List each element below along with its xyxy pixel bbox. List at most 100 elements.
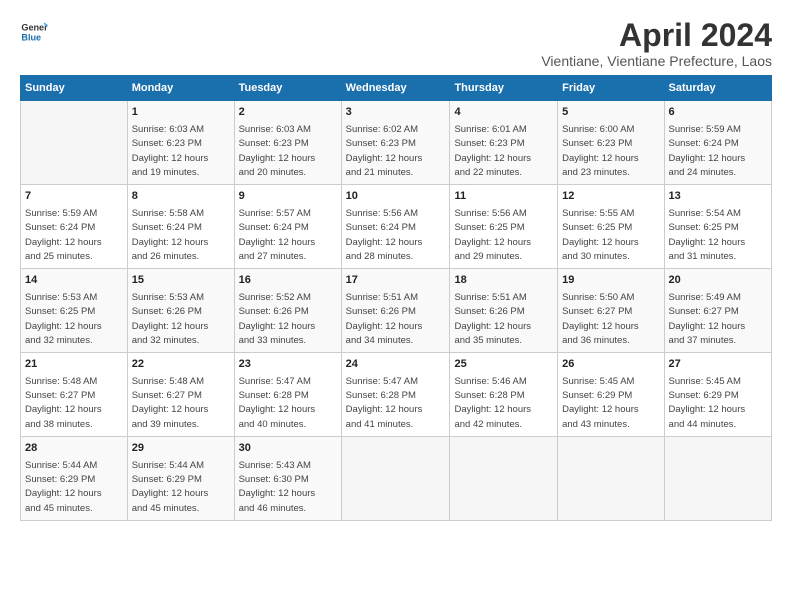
month-title: April 2024 <box>541 18 772 53</box>
day-details: Sunrise: 5:51 AM Sunset: 6:26 PM Dayligh… <box>346 291 446 348</box>
day-details: Sunrise: 5:58 AM Sunset: 6:24 PM Dayligh… <box>132 207 230 264</box>
calendar-cell: 2 Sunrise: 6:03 AM Sunset: 6:23 PM Daylig… <box>234 101 341 185</box>
day-number: 8 <box>132 189 230 205</box>
day-details: Sunrise: 5:47 AM Sunset: 6:28 PM Dayligh… <box>346 375 446 432</box>
day-number: 23 <box>239 357 337 373</box>
day-details: Sunrise: 5:48 AM Sunset: 6:27 PM Dayligh… <box>132 375 230 432</box>
day-details: Sunrise: 6:03 AM Sunset: 6:23 PM Dayligh… <box>132 123 230 180</box>
day-number: 17 <box>346 273 446 289</box>
calendar-cell: 1 Sunrise: 6:03 AM Sunset: 6:23 PM Daylig… <box>127 101 234 185</box>
calendar-cell: 28 Sunrise: 5:44 AM Sunset: 6:29 PM Dayli… <box>21 436 128 520</box>
calendar-day-header: Tuesday <box>234 76 341 101</box>
day-details: Sunrise: 6:03 AM Sunset: 6:23 PM Dayligh… <box>239 123 337 180</box>
day-number: 18 <box>454 273 553 289</box>
calendar-week-row: 28 Sunrise: 5:44 AM Sunset: 6:29 PM Dayli… <box>21 436 772 520</box>
day-number: 30 <box>239 441 337 457</box>
calendar-cell: 6 Sunrise: 5:59 AM Sunset: 6:24 PM Daylig… <box>664 101 771 185</box>
day-number: 27 <box>669 357 767 373</box>
day-details: Sunrise: 5:45 AM Sunset: 6:29 PM Dayligh… <box>562 375 659 432</box>
calendar-body: 1 Sunrise: 6:03 AM Sunset: 6:23 PM Daylig… <box>21 101 772 521</box>
day-details: Sunrise: 5:56 AM Sunset: 6:24 PM Dayligh… <box>346 207 446 264</box>
calendar-cell: 23 Sunrise: 5:47 AM Sunset: 6:28 PM Dayli… <box>234 353 341 437</box>
calendar-day-header: Friday <box>558 76 664 101</box>
calendar-cell <box>21 101 128 185</box>
calendar-cell: 10 Sunrise: 5:56 AM Sunset: 6:24 PM Dayli… <box>341 185 450 269</box>
day-number: 16 <box>239 273 337 289</box>
day-number: 4 <box>454 105 553 121</box>
calendar-cell: 8 Sunrise: 5:58 AM Sunset: 6:24 PM Daylig… <box>127 185 234 269</box>
calendar-cell: 5 Sunrise: 6:00 AM Sunset: 6:23 PM Daylig… <box>558 101 664 185</box>
location-subtitle: Vientiane, Vientiane Prefecture, Laos <box>541 53 772 69</box>
calendar-cell: 20 Sunrise: 5:49 AM Sunset: 6:27 PM Dayli… <box>664 269 771 353</box>
calendar-cell: 9Sunrise: 5:57 AM Sunset: 6:24 PM Daylig… <box>234 185 341 269</box>
svg-text:General: General <box>21 23 48 33</box>
calendar-day-header: Monday <box>127 76 234 101</box>
day-number: 19 <box>562 273 659 289</box>
calendar-cell: 11Sunrise: 5:56 AM Sunset: 6:25 PM Dayli… <box>450 185 558 269</box>
day-number: 20 <box>669 273 767 289</box>
calendar-cell: 13Sunrise: 5:54 AM Sunset: 6:25 PM Dayli… <box>664 185 771 269</box>
calendar-cell <box>664 436 771 520</box>
day-number: 21 <box>25 357 123 373</box>
calendar-cell: 24Sunrise: 5:47 AM Sunset: 6:28 PM Dayli… <box>341 353 450 437</box>
day-number: 6 <box>669 105 767 121</box>
calendar-cell: 19 Sunrise: 5:50 AM Sunset: 6:27 PM Dayli… <box>558 269 664 353</box>
logo-icon: General Blue <box>20 18 48 46</box>
day-number: 29 <box>132 441 230 457</box>
day-details: Sunrise: 6:00 AM Sunset: 6:23 PM Dayligh… <box>562 123 659 180</box>
day-number: 12 <box>562 189 659 205</box>
day-details: Sunrise: 5:45 AM Sunset: 6:29 PM Dayligh… <box>669 375 767 432</box>
day-details: Sunrise: 5:46 AM Sunset: 6:28 PM Dayligh… <box>454 375 553 432</box>
calendar-day-header: Sunday <box>21 76 128 101</box>
calendar-cell: 17 Sunrise: 5:51 AM Sunset: 6:26 PM Dayli… <box>341 269 450 353</box>
day-details: Sunrise: 5:50 AM Sunset: 6:27 PM Dayligh… <box>562 291 659 348</box>
day-details: Sunrise: 5:44 AM Sunset: 6:29 PM Dayligh… <box>25 459 123 516</box>
calendar-cell: 21Sunrise: 5:48 AM Sunset: 6:27 PM Dayli… <box>21 353 128 437</box>
day-number: 25 <box>454 357 553 373</box>
day-details: Sunrise: 5:44 AM Sunset: 6:29 PM Dayligh… <box>132 459 230 516</box>
day-details: Sunrise: 5:53 AM Sunset: 6:26 PM Dayligh… <box>132 291 230 348</box>
day-number: 2 <box>239 105 337 121</box>
day-number: 5 <box>562 105 659 121</box>
day-details: Sunrise: 5:59 AM Sunset: 6:24 PM Dayligh… <box>25 207 123 264</box>
calendar-week-row: 1 Sunrise: 6:03 AM Sunset: 6:23 PM Daylig… <box>21 101 772 185</box>
day-details: Sunrise: 5:52 AM Sunset: 6:26 PM Dayligh… <box>239 291 337 348</box>
day-number: 7 <box>25 189 123 205</box>
calendar-cell <box>341 436 450 520</box>
calendar-cell: 25 Sunrise: 5:46 AM Sunset: 6:28 PM Dayli… <box>450 353 558 437</box>
calendar-cell: 22 Sunrise: 5:48 AM Sunset: 6:27 PM Dayli… <box>127 353 234 437</box>
day-details: Sunrise: 5:56 AM Sunset: 6:25 PM Dayligh… <box>454 207 553 264</box>
calendar-cell <box>558 436 664 520</box>
calendar-cell: 12Sunrise: 5:55 AM Sunset: 6:25 PM Dayli… <box>558 185 664 269</box>
calendar-day-header: Saturday <box>664 76 771 101</box>
svg-text:Blue: Blue <box>21 32 41 42</box>
day-number: 14 <box>25 273 123 289</box>
day-number: 10 <box>346 189 446 205</box>
calendar-cell: 3Sunrise: 6:02 AM Sunset: 6:23 PM Daylig… <box>341 101 450 185</box>
calendar-week-row: 21 Sunrise: 5:48 AM Sunset: 6:27 PM Dayli… <box>21 353 772 437</box>
calendar-cell <box>450 436 558 520</box>
day-details: Sunrise: 5:43 AM Sunset: 6:30 PM Dayligh… <box>239 459 337 516</box>
day-number: 22 <box>132 357 230 373</box>
logo: General Blue <box>20 18 48 46</box>
day-number: 3 <box>346 105 446 121</box>
day-details: Sunrise: 5:47 AM Sunset: 6:28 PM Dayligh… <box>239 375 337 432</box>
day-number: 26 <box>562 357 659 373</box>
calendar-week-row: 14 Sunrise: 5:53 AM Sunset: 6:25 PM Dayli… <box>21 269 772 353</box>
day-details: Sunrise: 5:59 AM Sunset: 6:24 PM Dayligh… <box>669 123 767 180</box>
day-details: Sunrise: 5:53 AM Sunset: 6:25 PM Dayligh… <box>25 291 123 348</box>
calendar-cell: 4Sunrise: 6:01 AM Sunset: 6:23 PM Daylig… <box>450 101 558 185</box>
day-number: 1 <box>132 105 230 121</box>
calendar-week-row: 7 Sunrise: 5:59 AM Sunset: 6:24 PM Daylig… <box>21 185 772 269</box>
calendar-day-header: Thursday <box>450 76 558 101</box>
day-number: 28 <box>25 441 123 457</box>
day-number: 15 <box>132 273 230 289</box>
calendar-cell: 16 Sunrise: 5:52 AM Sunset: 6:26 PM Dayli… <box>234 269 341 353</box>
day-details: Sunrise: 5:49 AM Sunset: 6:27 PM Dayligh… <box>669 291 767 348</box>
day-number: 9 <box>239 189 337 205</box>
calendar-cell: 29 Sunrise: 5:44 AM Sunset: 6:29 PM Dayli… <box>127 436 234 520</box>
calendar-cell: 7 Sunrise: 5:59 AM Sunset: 6:24 PM Daylig… <box>21 185 128 269</box>
calendar-cell: 26 Sunrise: 5:45 AM Sunset: 6:29 PM Dayli… <box>558 353 664 437</box>
calendar-header-row: SundayMondayTuesdayWednesdayThursdayFrid… <box>21 76 772 101</box>
calendar-cell: 14 Sunrise: 5:53 AM Sunset: 6:25 PM Dayli… <box>21 269 128 353</box>
